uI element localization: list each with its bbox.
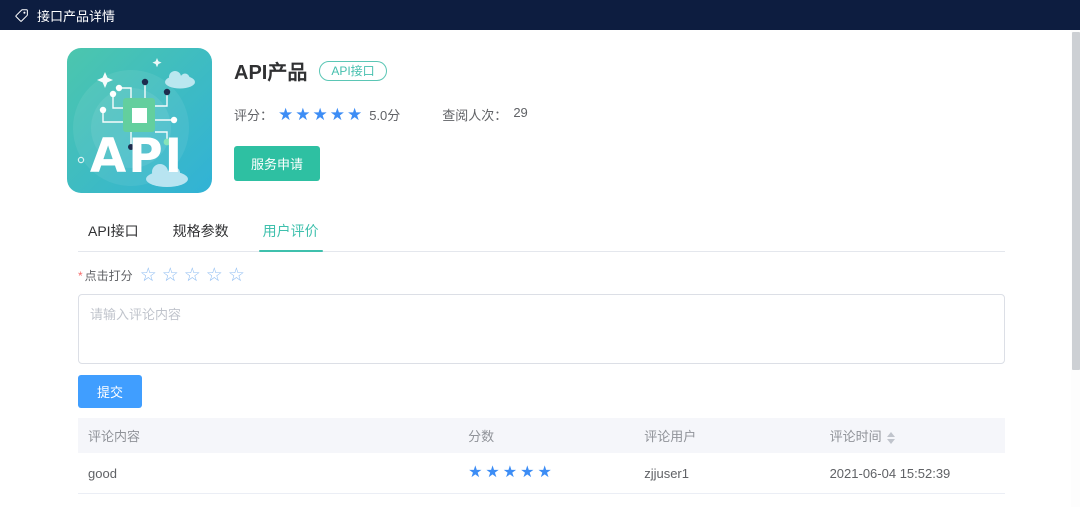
views-label: 查阅人次： xyxy=(442,105,507,124)
cell-review-user: zjjuser1 xyxy=(634,453,819,494)
product-title: API产品 xyxy=(234,56,307,85)
submit-button[interactable]: 提交 xyxy=(78,375,142,408)
main-content: API API产品 API接口 评分： ★★★★★ 5.0分 查阅人次： 29 … xyxy=(0,30,1080,494)
required-mark: * xyxy=(78,269,83,283)
product-image: API xyxy=(67,48,212,193)
rating-stars: ★★★★★ xyxy=(278,106,364,123)
header-review-time[interactable]: 评论时间 xyxy=(820,418,1005,453)
cell-review-time: 2021-06-04 15:52:39 xyxy=(820,453,1005,494)
tab-specifications[interactable]: 规格参数 xyxy=(173,221,229,251)
scrollbar-thumb[interactable] xyxy=(1072,32,1080,370)
product-image-text: API xyxy=(90,129,184,184)
rating-value: 5.0分 xyxy=(369,105,400,124)
sort-icon[interactable] xyxy=(887,432,895,444)
rate-line: * 点击打分 ☆☆☆☆☆ xyxy=(78,266,1005,285)
rating-label: 评分： xyxy=(234,105,273,124)
table-header-row: 评论内容 分数 评论用户 评论时间 xyxy=(78,418,1005,453)
tab-user-reviews[interactable]: 用户评价 xyxy=(263,221,319,251)
product-section: API API产品 API接口 评分： ★★★★★ 5.0分 查阅人次： 29 … xyxy=(67,48,1005,193)
row-score-stars: ★★★★★ xyxy=(468,464,555,481)
rating-row: 评分： ★★★★★ 5.0分 查阅人次： 29 xyxy=(234,105,528,124)
tag-icon xyxy=(14,8,29,23)
page-title: 接口产品详情 xyxy=(37,6,115,25)
service-apply-button[interactable]: 服务申请 xyxy=(234,146,320,181)
comment-textarea[interactable] xyxy=(78,294,1005,364)
tab-bar: API接口 规格参数 用户评价 xyxy=(78,221,1005,252)
table-row: good ★★★★★ zjjuser1 2021-06-04 15:52:39 xyxy=(78,453,1005,494)
scrollbar-track xyxy=(1071,30,1080,507)
header-score: 分数 xyxy=(458,418,634,453)
product-type-badge: API接口 xyxy=(319,61,386,81)
cell-comment-content: good xyxy=(78,453,458,494)
top-navigation-bar: 接口产品详情 xyxy=(0,0,1080,30)
header-review-user: 评论用户 xyxy=(634,418,819,453)
product-info: API产品 API接口 评分： ★★★★★ 5.0分 查阅人次： 29 服务申请 xyxy=(234,48,528,193)
cell-score: ★★★★★ xyxy=(458,453,634,494)
rate-stars-input[interactable]: ☆☆☆☆☆ xyxy=(140,266,250,285)
views-value: 29 xyxy=(513,105,527,124)
rate-label: 点击打分 xyxy=(85,267,133,284)
tab-api-interface[interactable]: API接口 xyxy=(88,221,139,251)
header-comment-content: 评论内容 xyxy=(78,418,458,453)
reviews-table: 评论内容 分数 评论用户 评论时间 good ★★★★★ zjjuser1 20… xyxy=(78,418,1005,494)
